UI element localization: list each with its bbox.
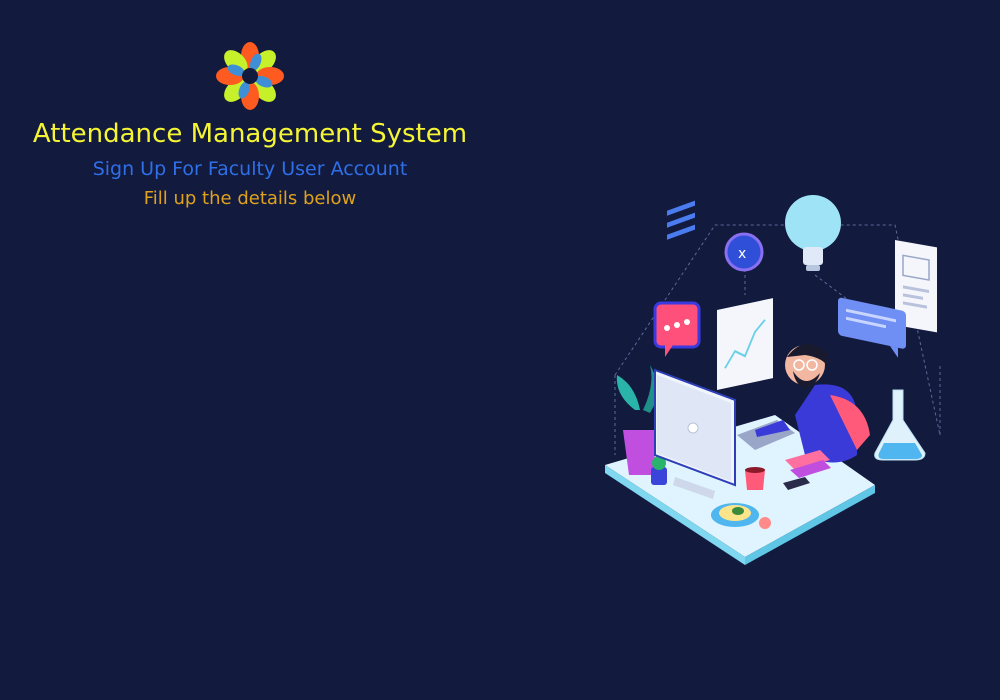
flower-logo-icon	[216, 42, 284, 110]
signup-page: Attendance Management System Sign Up For…	[0, 0, 1000, 700]
instruction-text: Fill up the details below	[143, 188, 357, 209]
person-working-at-computer-illustration: x	[605, 195, 941, 565]
app-title: Attendance Management System	[32, 119, 468, 149]
header: Attendance Management System Sign Up For…	[0, 40, 500, 212]
page-subtitle: Sign Up For Faculty User Account	[92, 158, 408, 180]
svg-text:x: x	[738, 246, 746, 262]
